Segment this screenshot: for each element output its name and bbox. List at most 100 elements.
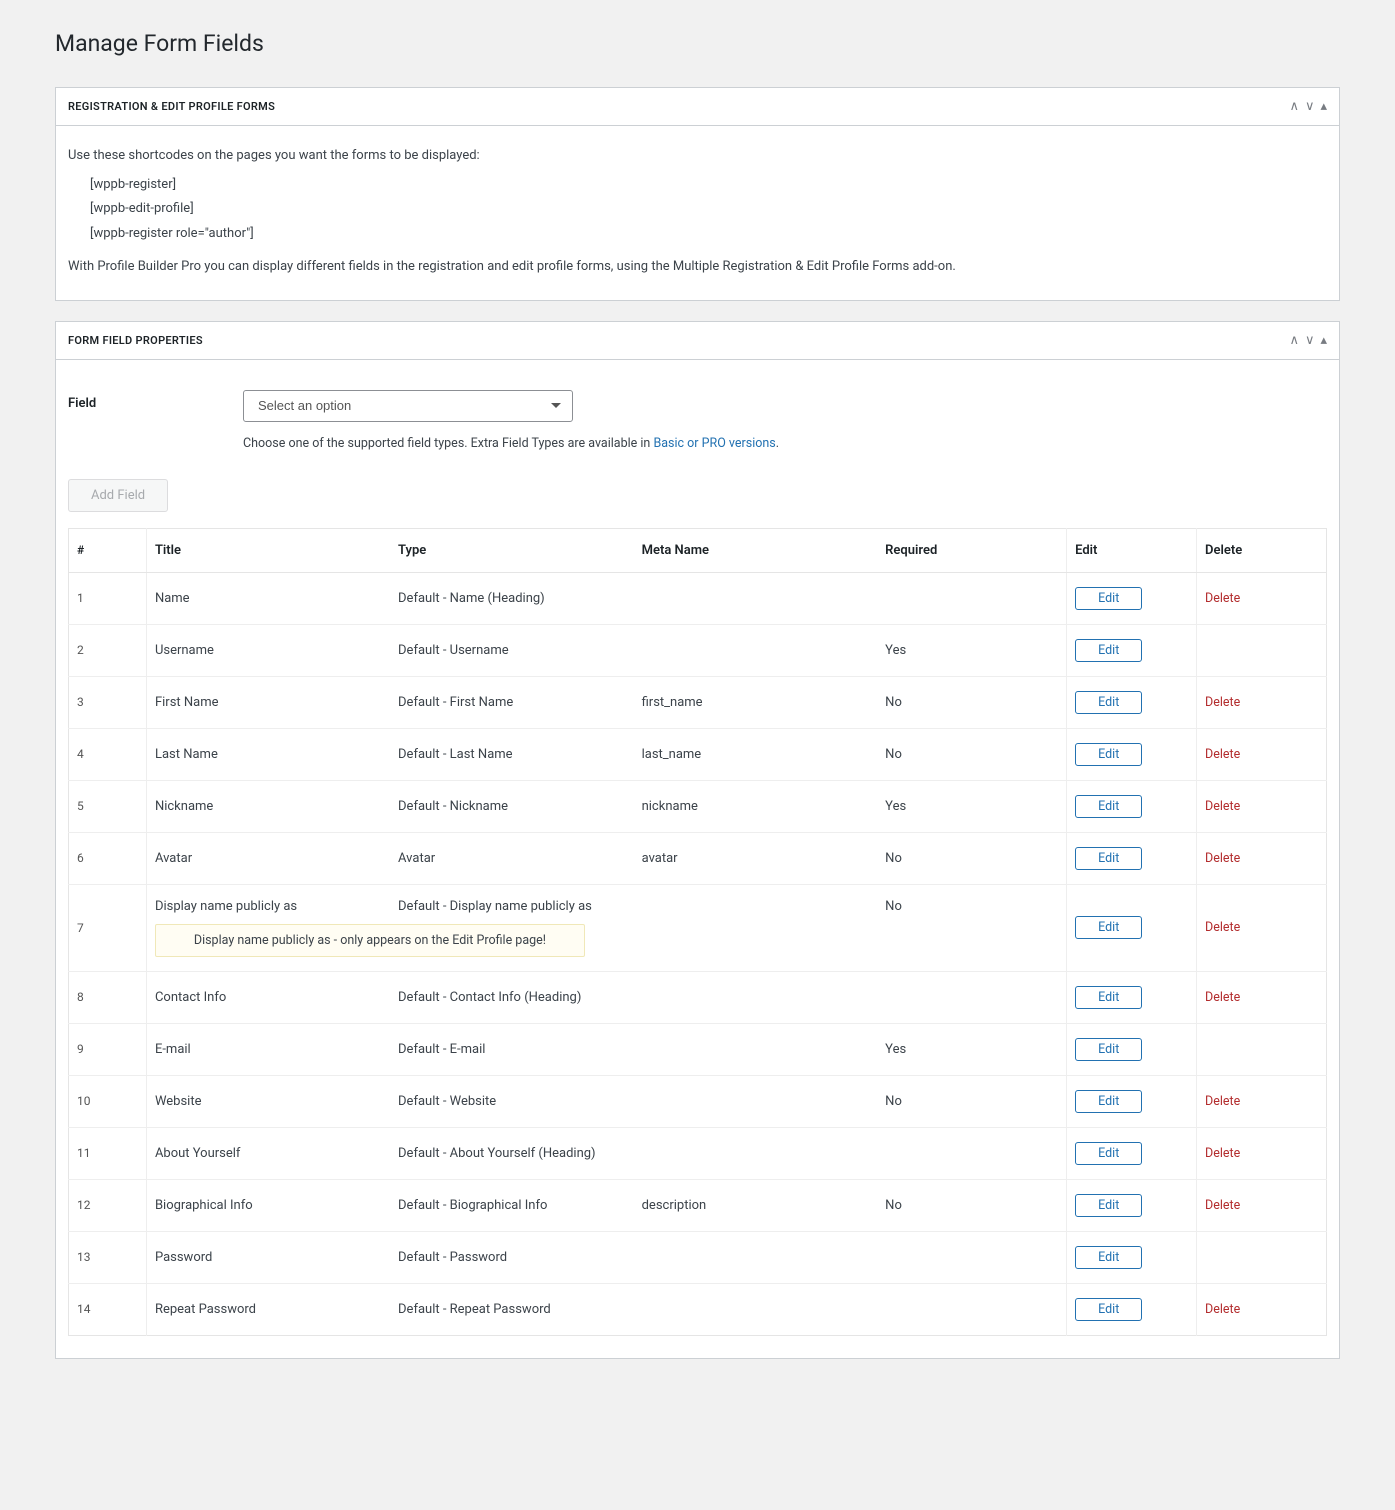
row-edit-cell: Edit — [1067, 1127, 1197, 1179]
edit-button[interactable]: Edit — [1075, 1038, 1142, 1061]
column-header-index: # — [69, 528, 147, 572]
table-row: 7Display name publicly asDisplay name pu… — [69, 884, 1327, 971]
row-index: 4 — [69, 728, 147, 780]
edit-button[interactable]: Edit — [1075, 795, 1142, 818]
row-required: No — [877, 728, 1066, 780]
row-meta: last_name — [634, 728, 878, 780]
delete-link[interactable]: Delete — [1205, 990, 1240, 1005]
row-required — [877, 572, 1066, 624]
delete-link[interactable]: Delete — [1205, 1198, 1240, 1213]
row-required: No — [877, 676, 1066, 728]
table-row: 2UsernameDefault - UsernameYesEdit — [69, 624, 1327, 676]
row-edit-cell: Edit — [1067, 971, 1197, 1023]
edit-button[interactable]: Edit — [1075, 847, 1142, 870]
row-meta — [634, 971, 878, 1023]
edit-button[interactable]: Edit — [1075, 587, 1142, 610]
row-meta — [634, 1023, 878, 1075]
edit-button[interactable]: Edit — [1075, 916, 1142, 939]
delete-link[interactable]: Delete — [1205, 591, 1240, 606]
footer-text: With Profile Builder Pro you can display… — [68, 257, 1327, 278]
row-index: 9 — [69, 1023, 147, 1075]
row-edit-cell: Edit — [1067, 780, 1197, 832]
metabox-title: Registration & Edit Profile Forms — [68, 100, 275, 113]
table-row: 14Repeat PasswordDefault - Repeat Passwo… — [69, 1283, 1327, 1335]
row-title: Website — [146, 1075, 390, 1127]
delete-link[interactable]: Delete — [1205, 747, 1240, 762]
field-label: Field — [68, 390, 243, 411]
delete-link[interactable]: Delete — [1205, 920, 1240, 935]
table-row: 4Last NameDefault - Last Namelast_nameNo… — [69, 728, 1327, 780]
row-type: Default - Last Name — [390, 728, 634, 780]
row-meta: description — [634, 1179, 878, 1231]
edit-button[interactable]: Edit — [1075, 1090, 1142, 1113]
row-required: No — [877, 884, 1066, 971]
orderdown-icon[interactable]: ∨ — [1305, 99, 1315, 114]
edit-button[interactable]: Edit — [1075, 1142, 1142, 1165]
edit-button[interactable]: Edit — [1075, 639, 1142, 662]
row-delete-cell: Delete — [1197, 572, 1327, 624]
row-index: 11 — [69, 1127, 147, 1179]
versions-link[interactable]: Basic or PRO versions — [653, 436, 775, 451]
delete-link[interactable]: Delete — [1205, 1302, 1240, 1317]
delete-link[interactable]: Delete — [1205, 851, 1240, 866]
edit-button[interactable]: Edit — [1075, 1298, 1142, 1321]
edit-button[interactable]: Edit — [1075, 743, 1142, 766]
row-title: Last Name — [146, 728, 390, 780]
row-delete-cell: Delete — [1197, 971, 1327, 1023]
column-header-delete: Delete — [1197, 528, 1327, 572]
row-edit-cell: Edit — [1067, 1023, 1197, 1075]
row-index: 14 — [69, 1283, 147, 1335]
row-index: 13 — [69, 1231, 147, 1283]
metabox-title: Form Field Properties — [68, 334, 203, 347]
row-required — [877, 1283, 1066, 1335]
table-row: 12Biographical InfoDefault - Biographica… — [69, 1179, 1327, 1231]
row-meta — [634, 572, 878, 624]
table-row: 10WebsiteDefault - WebsiteNoEditDelete — [69, 1075, 1327, 1127]
row-edit-cell: Edit — [1067, 1179, 1197, 1231]
shortcode-item: [wppb-register role="author"] — [90, 222, 1327, 247]
row-title: Display name publicly asDisplay name pub… — [146, 884, 390, 971]
row-title: First Name — [146, 676, 390, 728]
field-type-select[interactable]: Select an option — [243, 390, 573, 422]
row-edit-cell: Edit — [1067, 572, 1197, 624]
edit-button[interactable]: Edit — [1075, 1194, 1142, 1217]
row-meta — [634, 1231, 878, 1283]
row-meta: nickname — [634, 780, 878, 832]
delete-link[interactable]: Delete — [1205, 1146, 1240, 1161]
row-delete-cell — [1197, 1023, 1327, 1075]
row-index: 6 — [69, 832, 147, 884]
row-required: Yes — [877, 780, 1066, 832]
row-required — [877, 971, 1066, 1023]
edit-button[interactable]: Edit — [1075, 986, 1142, 1009]
delete-link[interactable]: Delete — [1205, 1094, 1240, 1109]
delete-link[interactable]: Delete — [1205, 695, 1240, 710]
row-required — [877, 1127, 1066, 1179]
metabox-registration-forms: Registration & Edit Profile Forms ∧ ∨ ▴ … — [55, 87, 1340, 301]
table-row: 11About YourselfDefault - About Yourself… — [69, 1127, 1327, 1179]
intro-text: Use these shortcodes on the pages you wa… — [68, 146, 1327, 167]
row-index: 5 — [69, 780, 147, 832]
column-header-meta: Meta Name — [634, 528, 878, 572]
row-delete-cell: Delete — [1197, 1283, 1327, 1335]
row-meta — [634, 624, 878, 676]
row-delete-cell: Delete — [1197, 1179, 1327, 1231]
edit-button[interactable]: Edit — [1075, 691, 1142, 714]
toggle-icon[interactable]: ▴ — [1320, 99, 1327, 114]
delete-link[interactable]: Delete — [1205, 799, 1240, 814]
orderup-icon[interactable]: ∧ — [1289, 99, 1299, 114]
row-index: 8 — [69, 971, 147, 1023]
row-delete-cell: Delete — [1197, 832, 1327, 884]
row-edit-cell: Edit — [1067, 832, 1197, 884]
row-required: No — [877, 832, 1066, 884]
row-meta: avatar — [634, 832, 878, 884]
orderup-icon[interactable]: ∧ — [1289, 333, 1299, 348]
toggle-icon[interactable]: ▴ — [1320, 333, 1327, 348]
row-meta — [634, 1075, 878, 1127]
orderdown-icon[interactable]: ∨ — [1305, 333, 1315, 348]
add-field-button[interactable]: Add Field — [68, 479, 168, 512]
row-delete-cell: Delete — [1197, 728, 1327, 780]
edit-button[interactable]: Edit — [1075, 1246, 1142, 1269]
table-row: 1NameDefault - Name (Heading)EditDelete — [69, 572, 1327, 624]
row-type: Default - Biographical Info — [390, 1179, 634, 1231]
row-edit-cell: Edit — [1067, 1283, 1197, 1335]
